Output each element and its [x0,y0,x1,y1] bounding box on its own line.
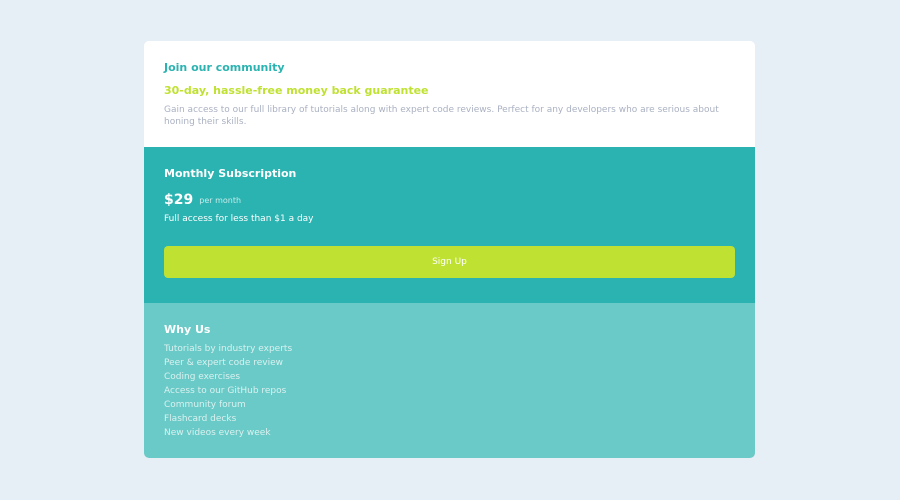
community-title: Join our community [164,61,285,74]
sign-up-button[interactable]: Sign Up [164,246,735,278]
list-item: New videos every week [164,428,271,438]
why-us-section: Why Us Tutorials by industry experts Pee… [144,303,755,458]
price-amount: $29 [164,192,194,208]
why-us-title: Why Us [164,323,211,336]
why-us-list: Tutorials by industry experts Peer & exp… [164,342,292,440]
list-item: Peer & expert code review [164,358,283,368]
access-text: Full access for less than $1 a day [164,214,314,224]
list-item: Coding exercises [164,372,241,382]
guarantee-subtitle: 30-day, hassle-free money back guarantee [164,84,429,97]
price-period: per month [199,195,242,205]
price-row: $29 per month [164,191,241,209]
list-item: Tutorials by industry experts [164,344,293,354]
community-section: Join our community 30-day, hassle-free m… [144,41,755,147]
list-item: Community forum [164,400,246,410]
community-description: Gain access to our full library of tutor… [164,105,719,127]
list-item: Flashcard decks [164,414,237,424]
subscription-section: Monthly Subscription $29 per month Full … [144,147,755,303]
subscription-title: Monthly Subscription [164,167,297,180]
pricing-card: Join our community 30-day, hassle-free m… [144,41,755,458]
list-item: Access to our GitHub repos [164,386,287,396]
